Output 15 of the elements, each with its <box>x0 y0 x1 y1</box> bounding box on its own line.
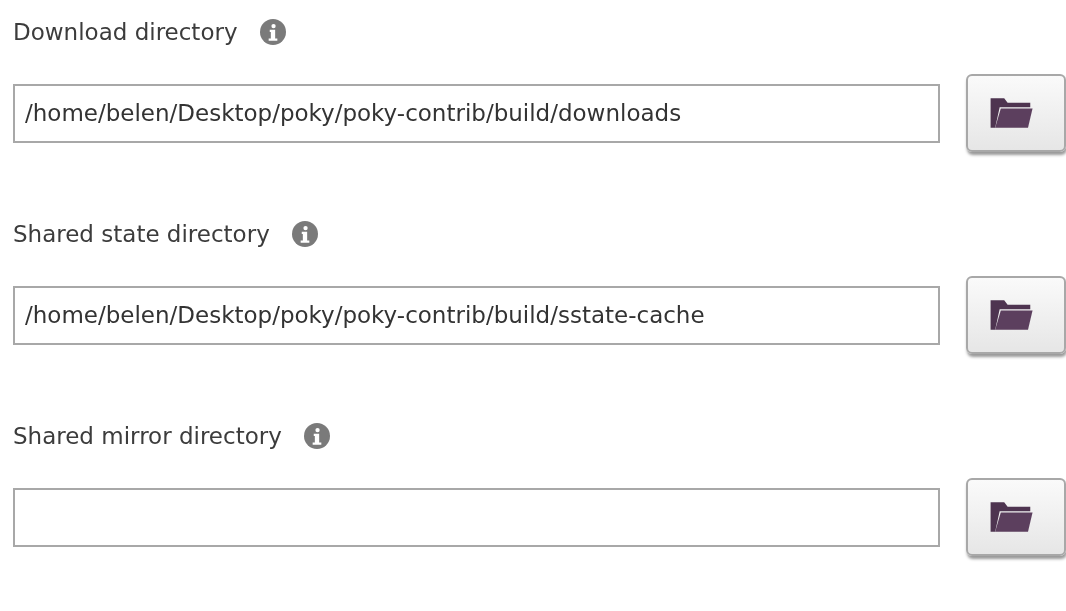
directory-field[interactable] <box>13 487 940 547</box>
directory-field[interactable]: /home/belen/Desktop/poky/poky-contrib/build/sstate-cache <box>13 285 940 345</box>
browse-button[interactable] <box>966 74 1066 152</box>
setting-label: Download directory <box>13 19 238 45</box>
folder-icon <box>988 96 1034 130</box>
setting-label: Shared state directory <box>13 221 270 247</box>
info-icon[interactable] <box>291 221 318 247</box>
info-icon[interactable] <box>303 423 330 449</box>
directory-field[interactable]: /home/belen/Desktop/poky/poky-contrib/build/downloads <box>13 83 940 143</box>
browse-button[interactable] <box>966 276 1066 354</box>
setting-label: Shared mirror directory <box>13 423 282 449</box>
folder-icon <box>988 500 1034 534</box>
info-icon[interactable] <box>259 19 286 45</box>
folder-icon <box>988 298 1034 332</box>
browse-button[interactable] <box>966 478 1066 556</box>
